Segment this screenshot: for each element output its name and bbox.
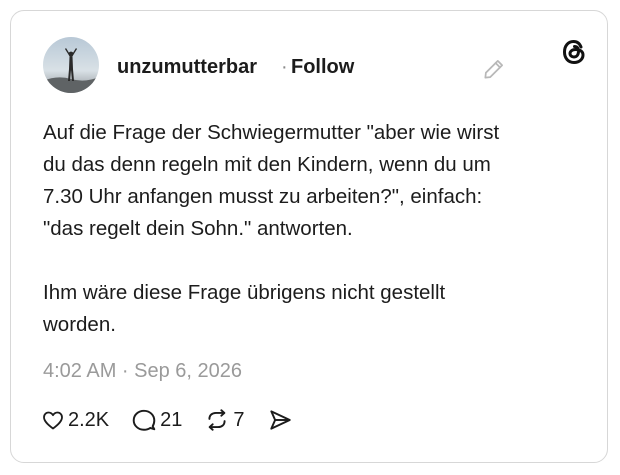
repost-button[interactable]: 7: [204, 407, 245, 433]
post-line: du das denn regeln mit den Kindern, wenn…: [43, 153, 491, 176]
send-icon: [269, 410, 291, 430]
share-button[interactable]: [267, 407, 293, 433]
comment-icon: [132, 409, 156, 431]
follow-button[interactable]: Follow: [291, 56, 354, 79]
separator-dot: ·: [281, 56, 288, 78]
threads-post-card: unzumutterbar · Follow Auf die Frage der…: [10, 10, 608, 463]
avatar-photo: [43, 37, 99, 93]
threads-logo-icon[interactable]: [560, 38, 588, 66]
pencil-icon[interactable]: [481, 56, 507, 82]
post-body: Auf die Frage der Schwiegermutter "aber …: [43, 117, 563, 341]
repost-icon: [208, 409, 226, 431]
action-bar: 2.2K 21 7: [41, 407, 293, 433]
reply-button[interactable]: 21: [131, 407, 182, 433]
post-timestamp[interactable]: 4:02 AM · Sep 6, 2026: [43, 360, 242, 383]
like-button[interactable]: 2.2K: [41, 408, 109, 432]
post-line: worden.: [43, 313, 116, 336]
username[interactable]: unzumutterbar: [117, 56, 257, 79]
avatar[interactable]: [43, 37, 99, 93]
post-line: Auf die Frage der Schwiegermutter "aber …: [43, 121, 500, 144]
like-count: 2.2K: [68, 408, 110, 431]
post-line: "das regelt dein Sohn." antworten.: [43, 217, 353, 240]
heart-icon: [43, 411, 63, 430]
post-line: 7.30 Uhr anfangen musst zu arbeiten?", e…: [43, 185, 483, 208]
post-line: Ihm wäre diese Frage übrigens nicht gest…: [43, 281, 446, 304]
reply-count: 21: [160, 408, 183, 431]
repost-count: 7: [233, 408, 245, 431]
